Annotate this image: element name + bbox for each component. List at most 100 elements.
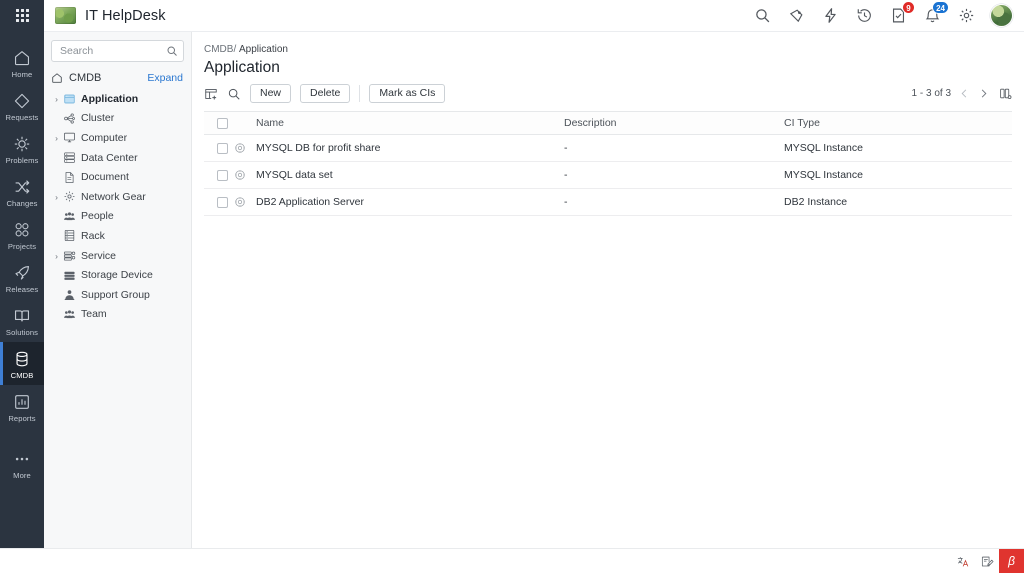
settings-gear-icon[interactable] xyxy=(957,6,976,25)
feedback-note-icon[interactable] xyxy=(975,552,999,571)
row-name[interactable]: MYSQL data set xyxy=(256,162,564,189)
row-icon-cell xyxy=(234,162,256,189)
network-gear-icon xyxy=(62,190,77,203)
row-select-cell xyxy=(204,162,234,189)
sidebar-item-releases[interactable]: Releases xyxy=(0,256,44,299)
column-header-description[interactable]: Description xyxy=(564,112,784,135)
tree-item-computer[interactable]: › Computer xyxy=(44,128,191,148)
quick-actions-icon[interactable] xyxy=(821,6,840,25)
notifications-icon[interactable]: 24 xyxy=(923,6,942,25)
sidebar-label: Requests xyxy=(6,113,39,122)
list-table-wrapper: Name Description CI Type xyxy=(192,111,1024,216)
column-header-name[interactable]: Name xyxy=(256,112,564,135)
tasks-icon[interactable]: 9 xyxy=(889,6,908,25)
tree-item-people[interactable]: People xyxy=(44,207,191,227)
tree-item-network-gear[interactable]: › Network Gear xyxy=(44,187,191,207)
row-ci-type: DB2 Instance xyxy=(784,189,1012,216)
row-ci-type: MYSQL Instance xyxy=(784,162,1012,189)
search-icon[interactable] xyxy=(166,44,178,62)
sidebar-label: Solutions xyxy=(6,328,38,337)
column-settings-icon[interactable] xyxy=(999,87,1012,100)
changes-icon xyxy=(13,177,32,196)
sidebar-item-home[interactable]: Home xyxy=(0,41,44,84)
pagination-prev-icon[interactable] xyxy=(959,88,970,99)
tree-item-team[interactable]: Team xyxy=(44,305,191,325)
search-icon[interactable] xyxy=(227,87,241,101)
mark-as-cis-button[interactable]: Mark as CIs xyxy=(369,84,445,103)
row-select-cell xyxy=(204,189,234,216)
sidebar-label: Projects xyxy=(8,242,36,251)
sidebar-item-solutions[interactable]: Solutions xyxy=(0,299,44,342)
problems-icon xyxy=(13,134,32,153)
tasks-badge: 9 xyxy=(902,1,915,14)
tree-item-label: Support Group xyxy=(81,289,150,301)
tree-item-storage-device[interactable]: Storage Device xyxy=(44,265,191,285)
search-icon[interactable] xyxy=(753,6,772,25)
tree-item-support-group[interactable]: Support Group xyxy=(44,285,191,305)
table-row[interactable]: MYSQL DB for profit share - MYSQL Instan… xyxy=(204,135,1012,162)
document-icon xyxy=(62,171,77,184)
row-checkbox[interactable] xyxy=(217,143,228,154)
data-center-icon xyxy=(62,151,77,164)
ci-gear-icon xyxy=(234,142,256,154)
announcement-icon[interactable] xyxy=(787,6,806,25)
tree-item-service[interactable]: › Service xyxy=(44,246,191,266)
add-column-icon[interactable] xyxy=(204,87,218,101)
tree-item-data-center[interactable]: Data Center xyxy=(44,148,191,168)
select-all-checkbox[interactable] xyxy=(217,118,228,129)
tree-item-label: Application xyxy=(81,93,138,105)
sidebar-item-reports[interactable]: Reports xyxy=(0,385,44,428)
table-header-row: Name Description CI Type xyxy=(204,112,1012,135)
row-name[interactable]: MYSQL DB for profit share xyxy=(256,135,564,162)
sidebar-item-changes[interactable]: Changes xyxy=(0,170,44,213)
chevron-right-icon[interactable]: › xyxy=(51,192,62,202)
apps-grid-dots xyxy=(16,9,29,22)
tree-item-label: Team xyxy=(81,308,107,320)
chevron-right-icon[interactable]: › xyxy=(51,133,62,143)
row-checkbox[interactable] xyxy=(217,197,228,208)
apps-grid-icon[interactable] xyxy=(0,0,44,32)
table-row[interactable]: DB2 Application Server - DB2 Instance xyxy=(204,189,1012,216)
top-bar-actions: 9 24 xyxy=(753,5,1024,26)
sidebar-label: Home xyxy=(12,70,33,79)
ci-gear-icon xyxy=(234,169,256,181)
select-all-header xyxy=(204,112,234,135)
table-row[interactable]: MYSQL data set - MYSQL Instance xyxy=(204,162,1012,189)
beta-badge-button[interactable]: β xyxy=(999,549,1024,573)
brand[interactable]: IT HelpDesk xyxy=(44,7,166,24)
breadcrumb-parent[interactable]: CMDB xyxy=(204,44,233,55)
sidebar-item-problems[interactable]: Problems xyxy=(0,127,44,170)
row-icon-cell xyxy=(234,189,256,216)
new-button[interactable]: New xyxy=(250,84,291,103)
top-bar: IT HelpDesk xyxy=(0,0,1024,32)
icon-header xyxy=(234,112,256,135)
chevron-right-icon[interactable]: › xyxy=(51,251,62,261)
sidebar-item-projects[interactable]: Projects xyxy=(0,213,44,256)
pagination-next-icon[interactable] xyxy=(978,88,989,99)
application-window-icon xyxy=(62,93,77,105)
tree-root[interactable]: CMDB Expand xyxy=(44,72,191,84)
cmdb-tree-panel: CMDB Expand › Application xyxy=(44,32,192,548)
tree-item-application[interactable]: › Application xyxy=(44,89,191,109)
sidebar-item-cmdb[interactable]: CMDB xyxy=(0,342,44,385)
tree-item-cluster[interactable]: Cluster xyxy=(44,109,191,129)
sidebar-item-more[interactable]: More xyxy=(0,442,44,485)
ci-gear-icon xyxy=(234,196,256,208)
notifications-badge: 24 xyxy=(932,1,949,14)
tree-item-label: Storage Device xyxy=(81,269,153,281)
search-input[interactable] xyxy=(51,40,184,62)
row-name[interactable]: DB2 Application Server xyxy=(256,189,564,216)
recent-history-icon[interactable] xyxy=(855,6,874,25)
pagination: 1 - 3 of 3 xyxy=(912,87,1012,100)
expand-link[interactable]: Expand xyxy=(147,72,183,84)
translate-icon[interactable] xyxy=(951,552,975,571)
avatar[interactable] xyxy=(991,5,1012,26)
tree-item-document[interactable]: Document xyxy=(44,167,191,187)
row-checkbox[interactable] xyxy=(217,170,228,181)
delete-button[interactable]: Delete xyxy=(300,84,350,103)
column-header-ci-type[interactable]: CI Type xyxy=(784,112,1012,135)
tree-item-rack[interactable]: Rack xyxy=(44,226,191,246)
row-description: - xyxy=(564,189,784,216)
sidebar-item-requests[interactable]: Requests xyxy=(0,84,44,127)
chevron-right-icon[interactable]: › xyxy=(51,94,62,104)
